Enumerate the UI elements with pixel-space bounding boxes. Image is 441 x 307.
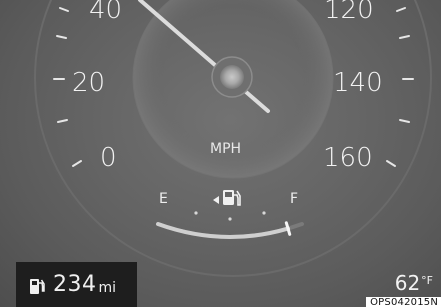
tick-120-mark — [396, 7, 406, 12]
tick-0 — [72, 160, 82, 167]
tick-130 — [399, 35, 410, 39]
fuel-pump-icon — [213, 190, 241, 206]
fuel-tick-quarter — [194, 211, 198, 215]
speed-label-160: 160 — [323, 143, 373, 173]
speed-label-140: 140 — [333, 68, 383, 98]
photo-reference-code: OPS042015N — [366, 297, 441, 307]
tick-40-mark — [59, 7, 69, 12]
range-unit: mi — [98, 280, 117, 296]
speed-label-0: 0 — [100, 143, 117, 173]
fuel-full-label: F — [290, 191, 298, 207]
speed-label-120: 120 — [324, 0, 374, 25]
fuel-empty-label: E — [159, 191, 168, 207]
fuel-level-marker — [284, 221, 292, 236]
tick-30 — [56, 35, 67, 39]
fuel-tick-three-quarter — [262, 211, 266, 215]
speed-unit-label: MPH — [210, 141, 241, 157]
tick-160-mark — [386, 160, 396, 167]
speed-label-20: 20 — [72, 68, 105, 98]
range-value: 234 — [53, 272, 97, 297]
fuel-pump-icon — [30, 278, 45, 294]
tick-150 — [399, 119, 410, 123]
temperature-value: 62 — [394, 271, 421, 295]
needle-hub — [220, 65, 244, 89]
fuel-tick-half — [228, 217, 232, 221]
speedometer-gauge: 40 20 0 120 140 160 MPH E F — [34, 0, 432, 277]
outside-temperature: 62°F — [395, 271, 433, 295]
speed-label-40: 40 — [89, 0, 122, 25]
range-display: 234 mi — [16, 262, 137, 307]
instrument-cluster: 40 20 0 120 140 160 MPH E F 234 mi 62°F … — [0, 0, 441, 307]
tick-10 — [57, 119, 68, 123]
fuel-level-fill — [156, 222, 304, 239]
temperature-unit: °F — [421, 274, 433, 287]
fuel-gauge: E F — [156, 190, 304, 239]
